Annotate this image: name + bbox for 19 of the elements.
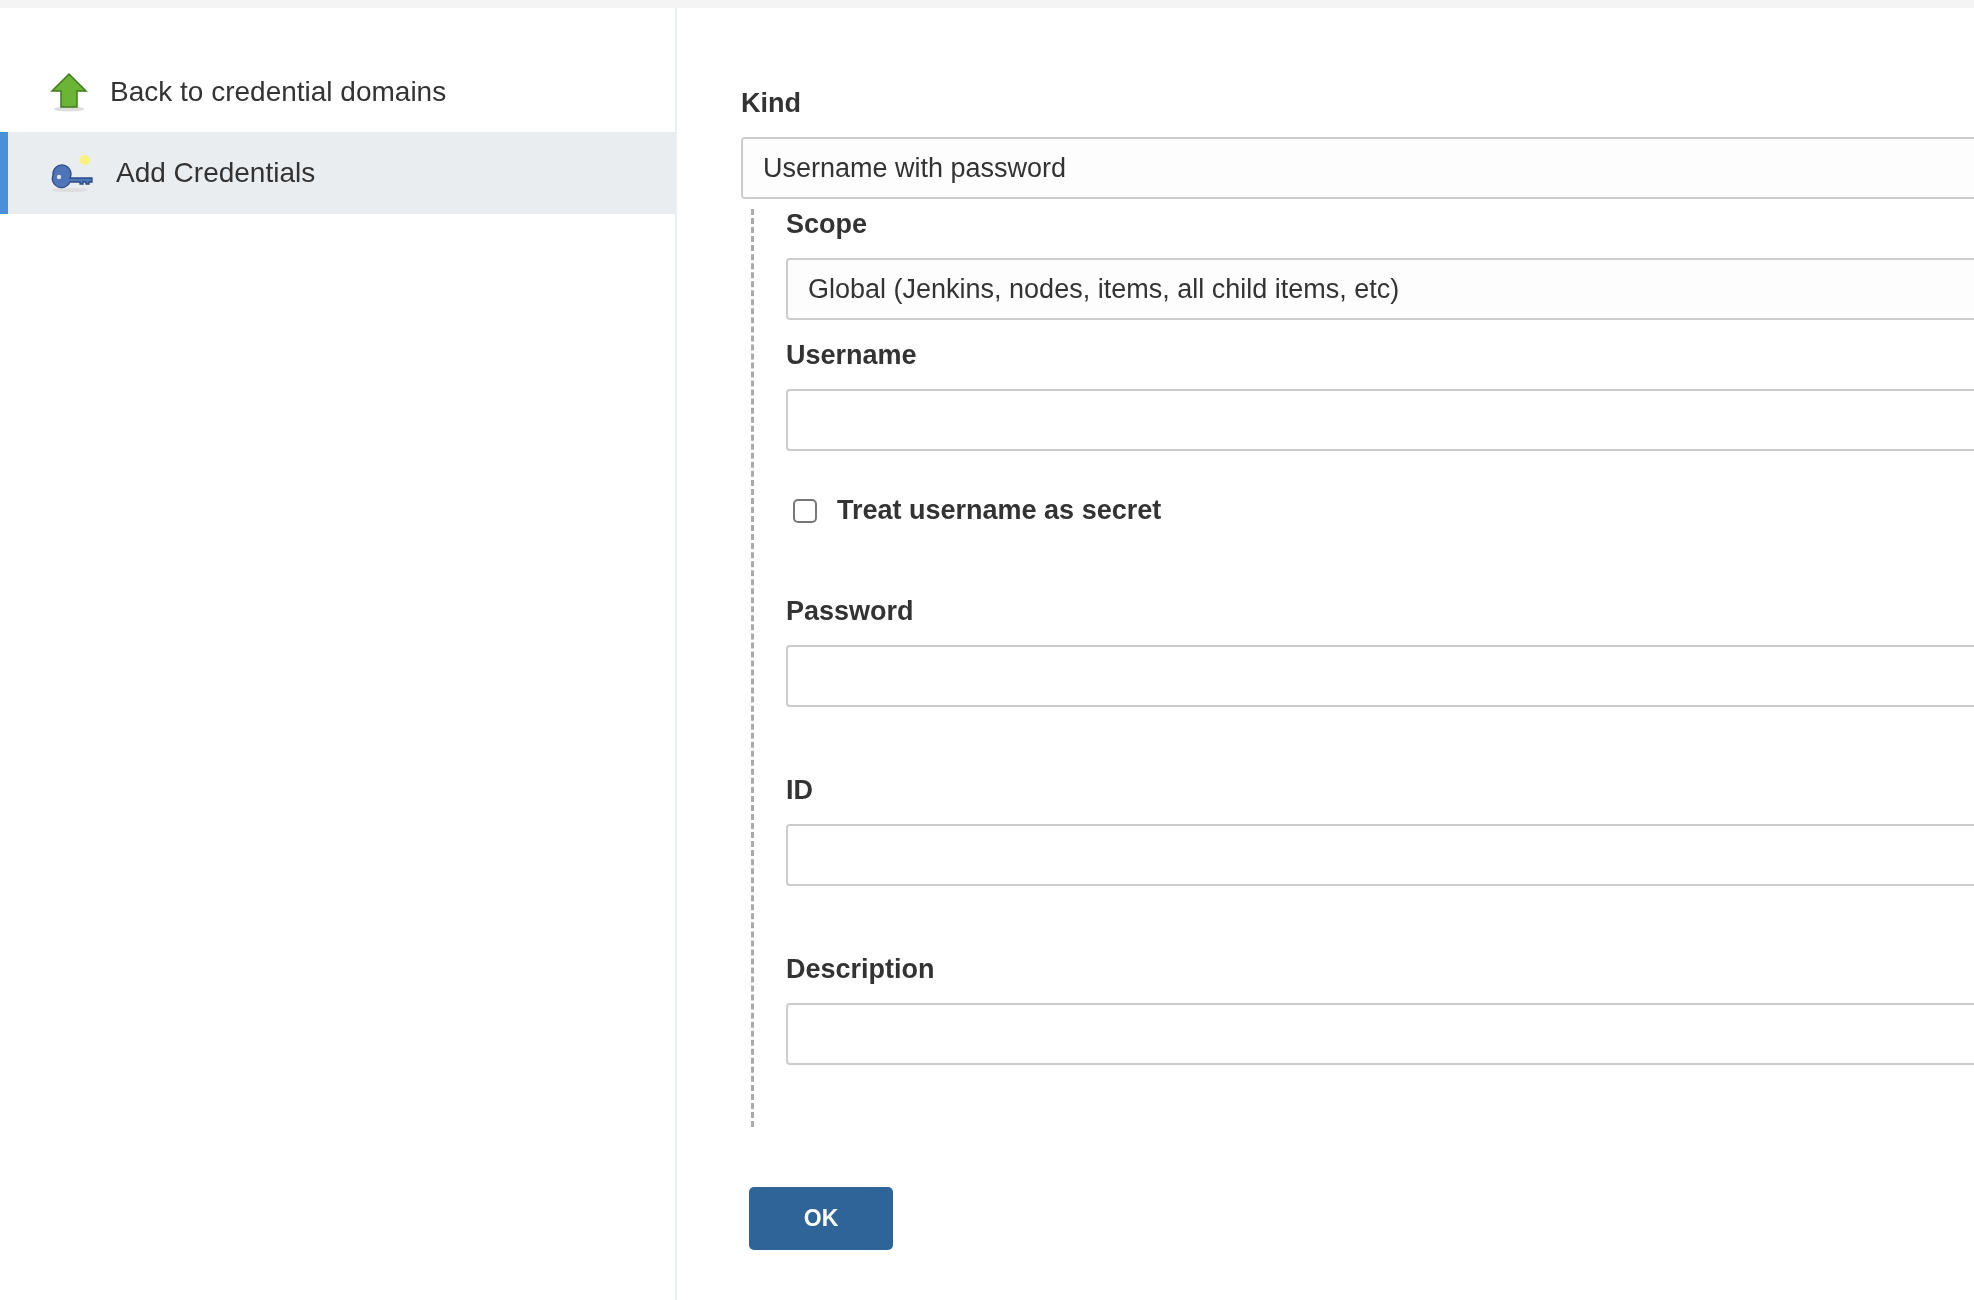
field-label: Kind — [741, 88, 802, 119]
sidebar-item[interactable]: Add Credentials — [0, 132, 675, 214]
sidebar-item[interactable]: Back to credential domains — [0, 52, 675, 132]
up-arrow-icon — [50, 72, 88, 112]
field-label: Description — [786, 954, 936, 985]
field-label: Scope — [786, 209, 869, 240]
ok-button[interactable]: OK — [749, 1187, 893, 1250]
field-label: Username — [786, 340, 918, 371]
key-icon — [50, 153, 94, 193]
checkbox-label: Treat username as secret — [837, 495, 1162, 526]
scope-dropdown[interactable]: Global (Jenkins, nodes, items, all child items, etc) — [786, 258, 1974, 320]
field-label: Password — [786, 596, 915, 627]
kind-dropdown[interactable]: Username with password — [741, 137, 1974, 199]
input-field[interactable] — [786, 389, 1974, 451]
field-label: ID — [786, 775, 814, 806]
checkbox[interactable] — [793, 498, 817, 523]
password-field[interactable] — [786, 645, 1974, 707]
input-field[interactable] — [786, 824, 1974, 886]
input-field[interactable] — [786, 1003, 1974, 1065]
